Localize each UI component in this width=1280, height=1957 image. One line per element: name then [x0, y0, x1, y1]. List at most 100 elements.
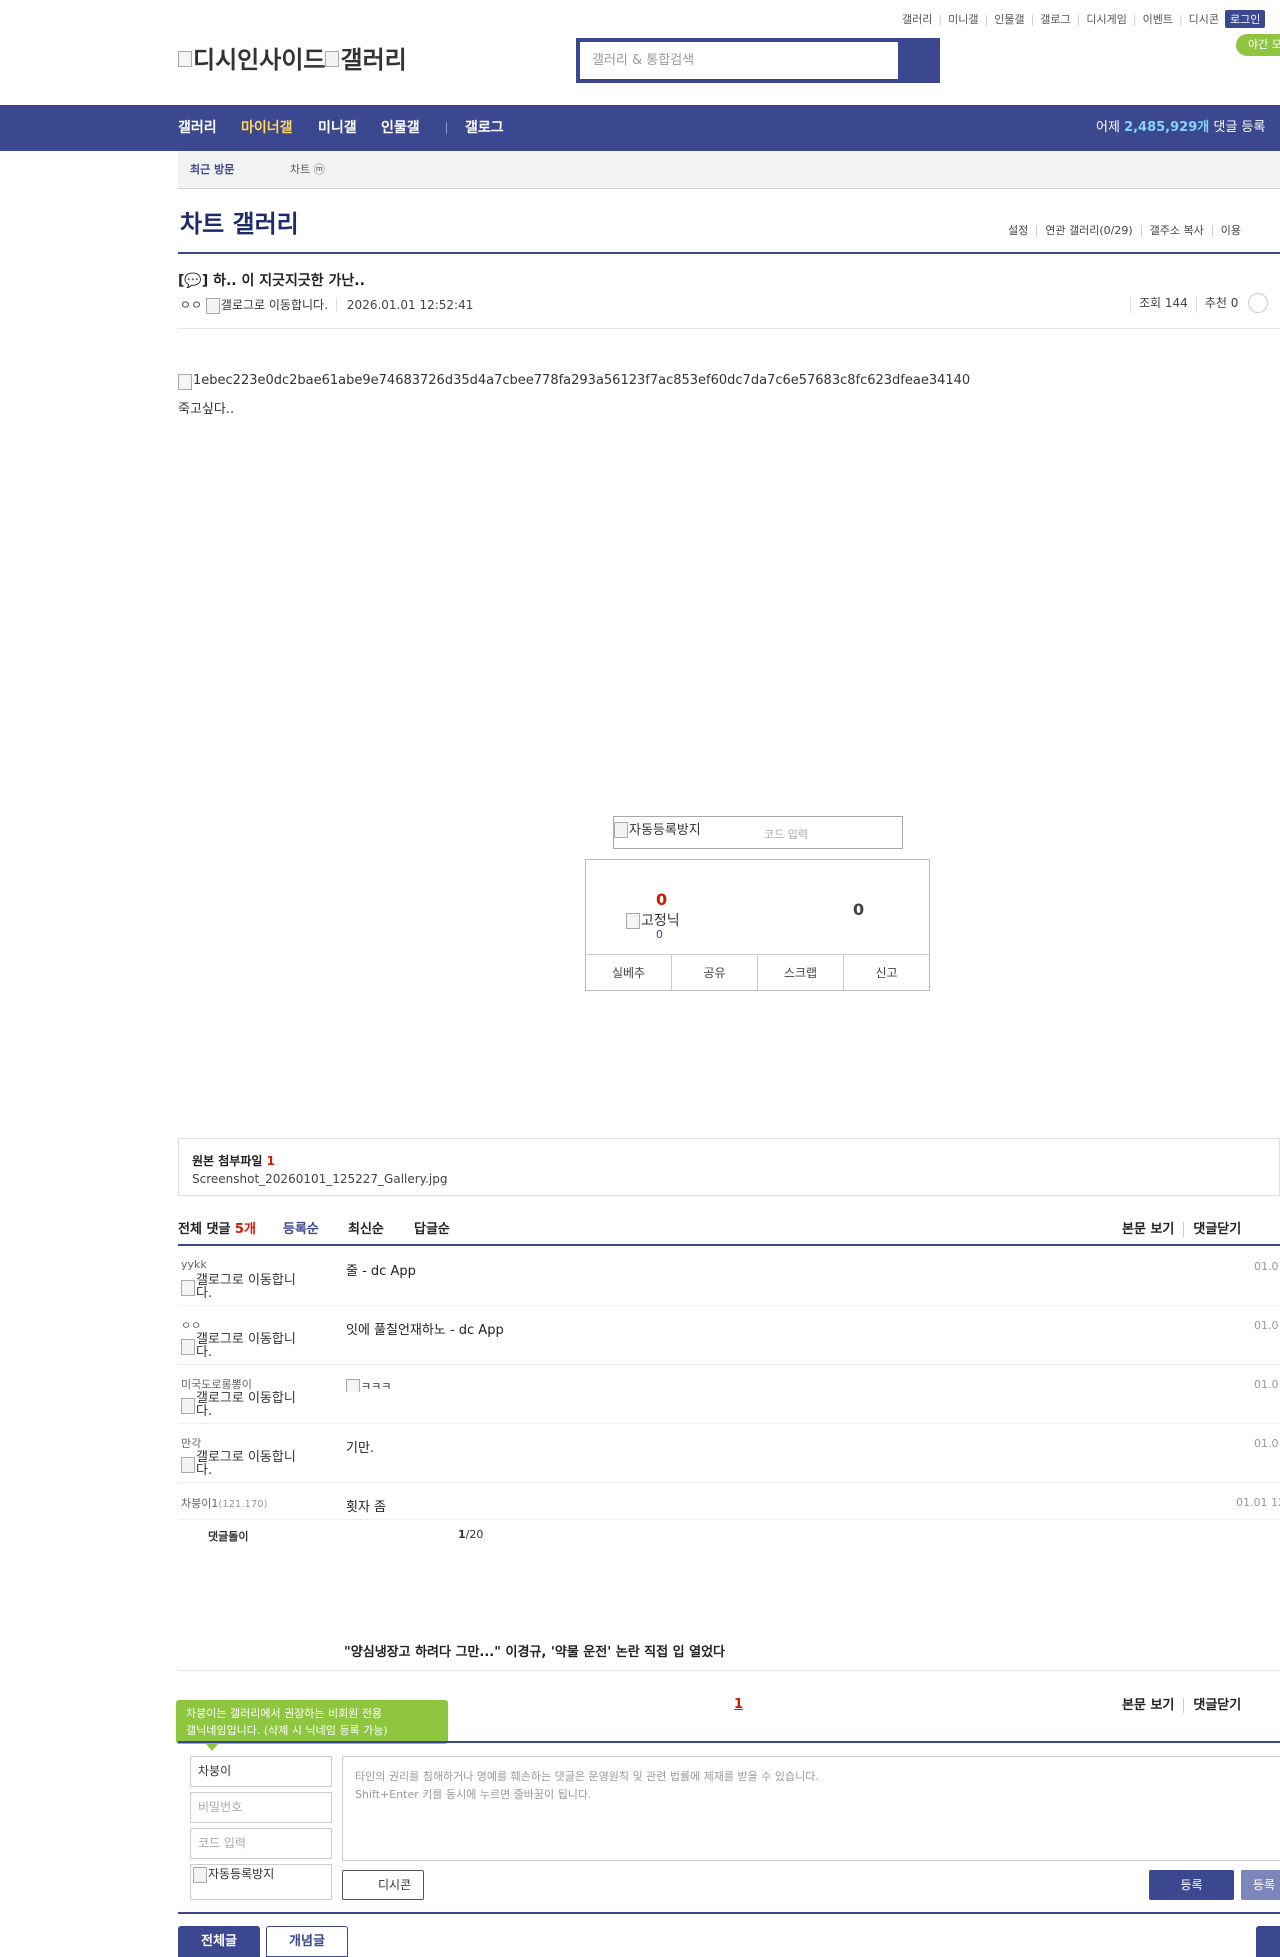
login-button[interactable]: 로그인	[1225, 10, 1266, 28]
captcha-box: 자동등록방지 코드 입력	[613, 816, 903, 849]
post-image[interactable]: 1ebec223e0dc2bae61abe9e74683726d35d4a7cb…	[178, 373, 970, 390]
comment-textarea[interactable]: 타인의 권리를 침해하거나 명예를 훼손하는 댓글은 운영원칙 및 관련 법률에…	[342, 1756, 1280, 1861]
attachment-box: 원본 첨부파일 1 Screenshot_20260101_125227_Gal…	[178, 1138, 1280, 1196]
nickname-field[interactable]: 차붕이	[190, 1756, 332, 1787]
sort-by-latest[interactable]: 최신순	[348, 1218, 384, 1237]
sort-by-registration[interactable]: 등록순	[283, 1218, 319, 1237]
search-box: 갤러리 & 통합검색	[576, 38, 940, 83]
close-comments-link[interactable]: 댓글닫기	[1183, 1222, 1251, 1237]
related-gallery-link[interactable]: 연관 갤러리(0/29)	[1036, 225, 1140, 237]
gnb-person-gallery[interactable]: 인물갤	[381, 105, 420, 151]
best-recommend-button[interactable]: 실베추	[586, 955, 671, 990]
news-headline-link[interactable]: "양심냉장고 하려다 그만..." 이경규, '약물 운전' 논란 직접 입 열…	[344, 1641, 725, 1660]
top-menu-minigallery[interactable]: 미니갤	[948, 11, 978, 27]
comment-row: ㅇㅇ 갤로그로 이동합니다. 잇에 풀칠언재하노 - dc App 01.0	[178, 1307, 1280, 1365]
comment-row: 미국도로롱뽕이 갤로그로 이동합니다. ㅋㅋㅋ 01.0	[178, 1366, 1280, 1424]
copy-gallery-address-link[interactable]: 갤주소 복사	[1140, 225, 1212, 237]
comment-nick[interactable]: 미국도로롱뽕이	[181, 1376, 252, 1392]
post-option-icon[interactable]	[1248, 293, 1269, 313]
report-button[interactable]: 신고	[843, 955, 929, 990]
recent-visit-chart[interactable]: 차트 ⓜ	[290, 151, 325, 189]
recommend-up-count[interactable]: 0	[656, 890, 667, 909]
gallog-icon[interactable]: 갤로그로 이동합니다.	[181, 1451, 311, 1477]
attachment-file-link[interactable]: Screenshot_20260101_125227_Gallery.jpg	[192, 1172, 447, 1186]
divider	[178, 252, 1280, 254]
comment-row: 차붕이1(121.170) 횟자 좀 01.01 12	[178, 1484, 1280, 1520]
comment-date: 01.0	[1254, 1260, 1279, 1273]
scrap-button[interactable]: 스크랩	[757, 955, 843, 990]
site-logo[interactable]: 디시인사이드 갤러리	[178, 40, 407, 75]
search-button[interactable]	[898, 38, 940, 83]
gallery-usage-link[interactable]: 이용	[1211, 225, 1249, 237]
gnb-gallog[interactable]: 갤로그	[465, 105, 504, 151]
recommend-down-count[interactable]: 0	[853, 900, 864, 919]
comment-nick[interactable]: yykk	[181, 1258, 207, 1271]
night-mode-toggle[interactable]: 야간 모	[1236, 34, 1280, 56]
gallog-icon[interactable]: 갤로그로 이동합니다.	[181, 1274, 311, 1300]
comment-text: 기만.	[346, 1441, 375, 1456]
comment-header: 전체 댓글 5개 등록순 최신순 답글순 본문 보기 댓글닫기	[178, 1216, 1280, 1246]
search-input[interactable]: 갤러리 & 통합검색	[580, 42, 898, 79]
captcha-input[interactable]: 코드 입력	[764, 826, 808, 842]
top-menu-person-gallery[interactable]: 인물갤	[994, 11, 1024, 27]
top-menu-dcgame[interactable]: 디시게임	[1086, 11, 1126, 27]
comment-total: 전체 댓글 5개	[178, 1222, 256, 1237]
comment-text: 횟자 좀	[346, 1500, 387, 1515]
recent-visits-label[interactable]: 최근 방문	[190, 151, 234, 189]
view-body-link[interactable]: 본문 보기	[1122, 1698, 1183, 1713]
fixed-nick-icon: 고정닉	[626, 910, 680, 930]
top-menu-event[interactable]: 이벤트	[1143, 11, 1173, 27]
gallery-title[interactable]: 차트 갤러리	[180, 204, 299, 239]
comment-text: 잇에 풀칠언재하노 - dc App	[346, 1323, 504, 1338]
attachment-label: 원본 첨부파일 1	[192, 1154, 275, 1168]
gnb-gallery[interactable]: 갤러리	[178, 105, 217, 151]
comment-dolgi-link[interactable]: 댓글돌이	[208, 1528, 248, 1544]
comment-text: 줄 - dc App	[346, 1264, 416, 1279]
gnb-minor-gallery[interactable]: 마이너갤	[241, 105, 293, 151]
comment-date: 01.0	[1254, 1319, 1279, 1332]
post-stats: 조회 144 추천 0	[1130, 293, 1269, 313]
password-field[interactable]: 비밀번호	[190, 1792, 332, 1823]
recent-visits-bar: 최근 방문 차트 ⓜ	[178, 151, 1280, 189]
comment-nick[interactable]: 차붕이1(121.170)	[181, 1495, 268, 1511]
main-navigation: 갤러리 마이너갤 미니갤 인물갤 갤로그 어제 2,485,929개 댓글 등록	[0, 105, 1280, 151]
top-menu-dccon[interactable]: 디시콘	[1189, 11, 1219, 27]
gallery-settings-link[interactable]: 설정	[1000, 225, 1036, 237]
submit-button[interactable]: 등록	[1149, 1870, 1234, 1900]
divider	[178, 1741, 1280, 1743]
recommend-box: 0 고정닉 0 0 실베추 공유 스크랩 신고	[585, 859, 930, 991]
top-menu-gallog[interactable]: 갤로그	[1040, 11, 1070, 27]
submit-alt-button[interactable]: 등록	[1241, 1870, 1280, 1900]
top-menu-gallery[interactable]: 갤러리	[902, 11, 932, 27]
gallery-logo: 갤러리	[325, 40, 407, 75]
post-body: 죽고싶다..	[178, 402, 235, 417]
divider	[178, 1912, 1280, 1914]
post-title: [💬] 하.. 이 지긋지긋한 가난..	[178, 273, 365, 289]
concept-posts-button[interactable]: 개념글	[266, 1926, 348, 1957]
post-author[interactable]: ㅇㅇ	[180, 296, 202, 313]
daily-comment-stat: 어제 2,485,929개 댓글 등록	[1096, 120, 1266, 135]
write-button[interactable]	[1256, 1926, 1280, 1957]
comment-row: yykk 갤로그로 이동합니다. 줄 - dc App 01.0	[178, 1248, 1280, 1306]
gnb-mini-gallery[interactable]: 미니갤	[318, 105, 357, 151]
comment-nick[interactable]: 만각	[181, 1435, 201, 1451]
all-posts-button[interactable]: 전체글	[178, 1926, 260, 1957]
gallog-icon[interactable]: 갤로그로 이동합니다.	[181, 1392, 311, 1418]
nickname-tooltip: 차붕이는 갤러리에서 권장하는 비회원 전용 갤닉네임입니다. (삭제 시 닉네…	[176, 1700, 448, 1751]
close-comments-link[interactable]: 댓글닫기	[1183, 1698, 1251, 1713]
view-body-link[interactable]: 본문 보기	[1122, 1222, 1183, 1237]
post-views: 조회 144	[1130, 297, 1196, 313]
gallog-icon[interactable]: 갤로그로 이동합니다.	[181, 1333, 311, 1359]
comment-dccon-image[interactable]: ㅋㅋㅋ	[346, 1378, 391, 1392]
post-date: 2026.01.01 12:52:41	[335, 297, 473, 312]
comment-date: 01.0	[1254, 1437, 1279, 1450]
captcha-code-field[interactable]: 코드 입력	[190, 1828, 332, 1859]
top-utility-menu: 갤러리 | 미니갤 | 인물갤 | 갤로그 | 디시게임 | 이벤트 | 디시콘 로그인	[902, 10, 1266, 28]
sort-by-replies[interactable]: 답글순	[414, 1218, 450, 1237]
fixed-nick-count: 0	[656, 928, 663, 941]
dccon-button[interactable]: 디시콘	[342, 1870, 424, 1900]
captcha-image: 자동등록방지	[614, 819, 701, 838]
gallog-icon[interactable]: 갤로그로 이동합니다.	[205, 296, 328, 314]
comment-nick[interactable]: ㅇㅇ	[181, 1317, 201, 1333]
share-button[interactable]: 공유	[671, 955, 757, 990]
